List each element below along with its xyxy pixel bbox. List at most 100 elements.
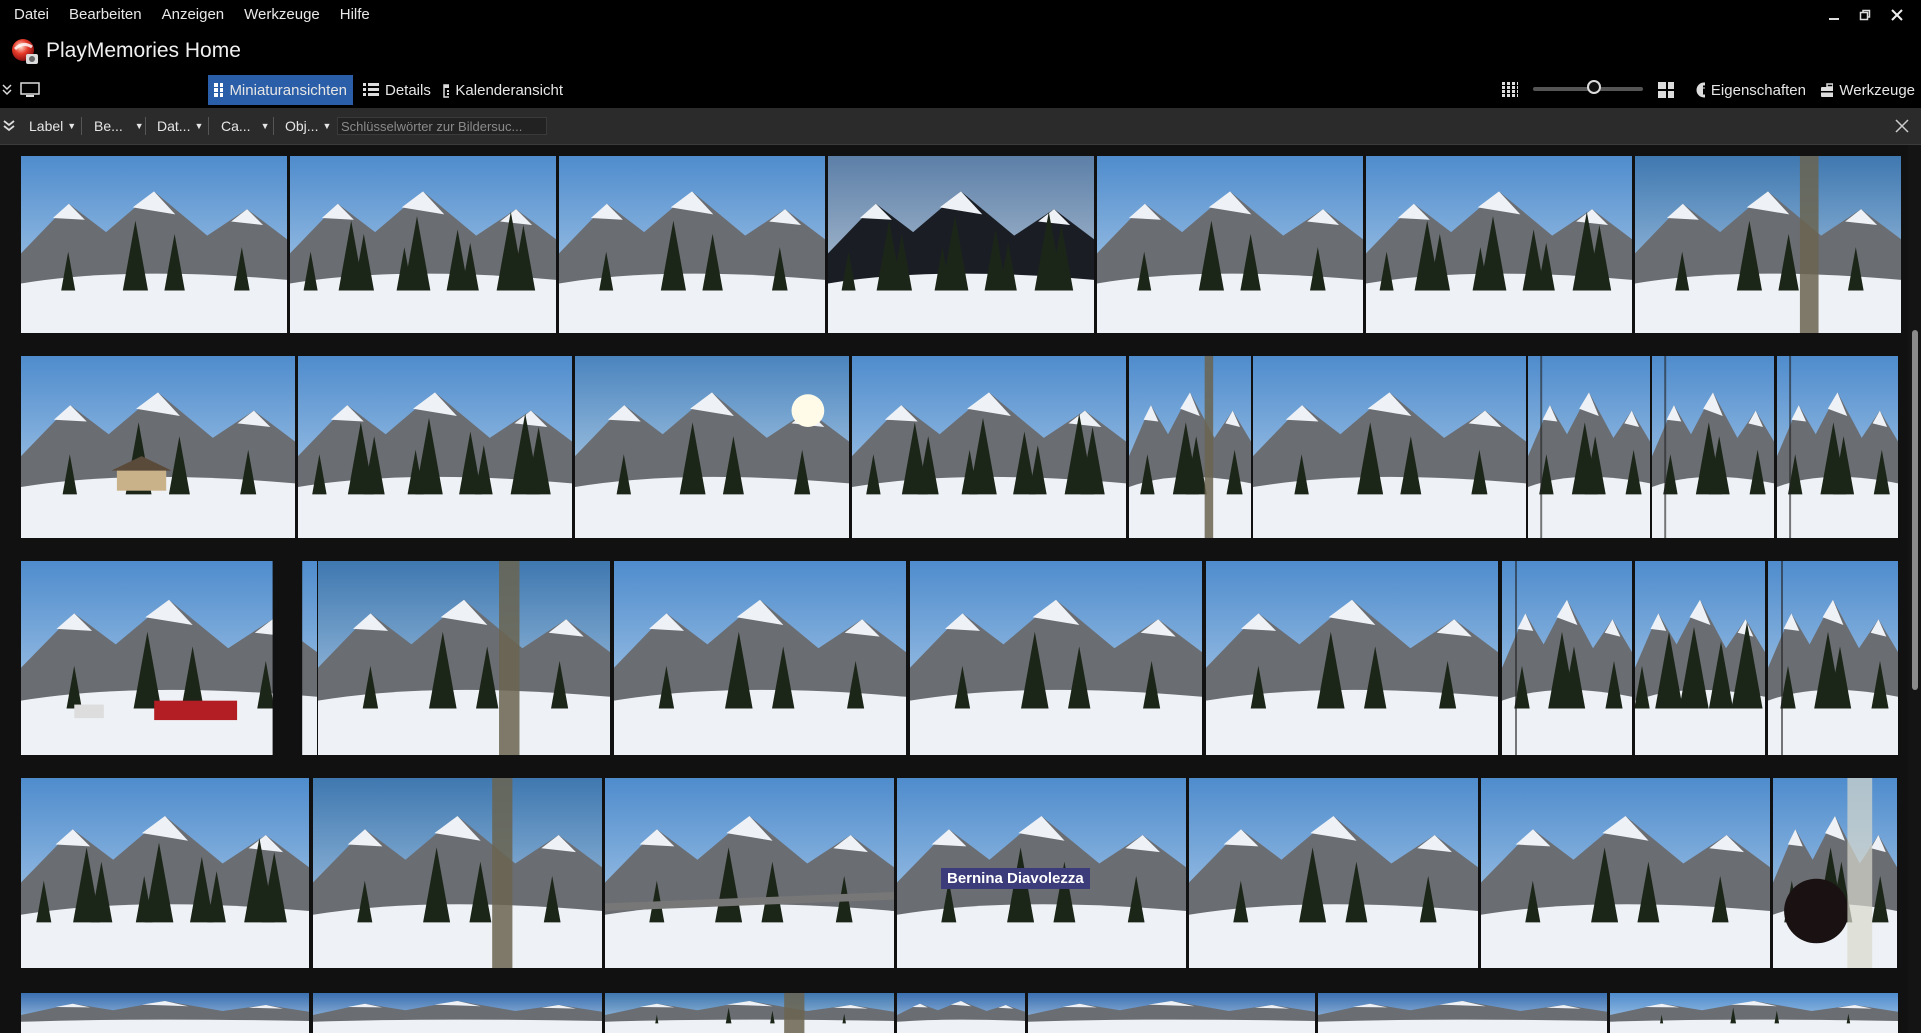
photo-thumbnail[interactable]	[1028, 993, 1315, 1033]
scrollbar-thumb[interactable]	[1912, 330, 1918, 690]
photo-thumbnail[interactable]	[318, 561, 610, 755]
photo-thumbnail[interactable]	[1502, 561, 1632, 755]
double-chevron-down-icon	[2, 84, 12, 96]
photo-thumbnail[interactable]	[605, 993, 894, 1033]
minimize-button[interactable]	[1818, 0, 1850, 30]
photo-thumbnail[interactable]	[1635, 561, 1765, 755]
list-icon	[363, 83, 379, 96]
photo-thumbnail[interactable]	[1777, 356, 1898, 538]
photo-thumbnail[interactable]	[828, 156, 1094, 333]
photo-image	[21, 356, 295, 538]
photo-thumbnail[interactable]	[21, 156, 287, 333]
large-grid-icon	[1658, 82, 1674, 98]
photo-thumbnail[interactable]	[1635, 156, 1901, 333]
tools-label: Werkzeuge	[1839, 81, 1915, 99]
restore-icon	[1859, 9, 1871, 21]
photo-thumbnail[interactable]	[1610, 993, 1898, 1033]
close-window-button[interactable]	[1881, 0, 1913, 30]
menu-datei[interactable]: Datei	[14, 0, 59, 30]
properties-button[interactable]: Eigenschaften	[1690, 75, 1812, 105]
vertical-scrollbar[interactable]	[1908, 145, 1921, 1033]
photo-thumbnail[interactable]	[897, 993, 1025, 1033]
photo-image	[21, 993, 309, 1033]
filter-collapse-button[interactable]	[3, 108, 17, 144]
menu-werkzeuge[interactable]: Werkzeuge	[244, 0, 330, 30]
photo-image	[605, 993, 894, 1033]
photo-thumbnail[interactable]	[298, 356, 572, 538]
photo-thumbnail[interactable]	[21, 993, 309, 1033]
photo-thumbnail[interactable]	[1366, 156, 1632, 333]
photo-thumbnail[interactable]	[21, 778, 309, 968]
photo-image	[290, 156, 556, 333]
photo-image	[1028, 993, 1315, 1033]
photo-thumbnail[interactable]	[1652, 356, 1774, 538]
restore-button[interactable]	[1849, 0, 1881, 30]
device-button[interactable]	[18, 75, 44, 105]
chevron-down-icon: ▼	[194, 121, 204, 131]
tools-button[interactable]: Werkzeuge	[1815, 75, 1921, 105]
photo-image	[1129, 356, 1251, 538]
photo-image	[614, 561, 906, 755]
photo-image	[1768, 561, 1898, 755]
camera-filter-dropdown[interactable]: Ca... ▼	[221, 108, 270, 144]
photo-thumbnail[interactable]	[21, 356, 295, 538]
zoom-slider[interactable]	[1533, 80, 1643, 94]
app-logo-icon	[12, 39, 38, 64]
label-filter-dropdown[interactable]: Label ▼	[29, 108, 76, 144]
chevron-down-icon: ▼	[134, 121, 144, 131]
date-filter-dropdown[interactable]: Dat... ▼	[157, 108, 203, 144]
photo-thumbnail[interactable]	[313, 993, 602, 1033]
photo-thumbnail[interactable]	[1206, 561, 1498, 755]
rating-filter-dropdown[interactable]: Be... ▼	[94, 108, 144, 144]
menu-hilfe[interactable]: Hilfe	[340, 0, 380, 30]
zoom-slider-handle[interactable]	[1586, 80, 1601, 94]
rating-filter-text: Be...	[94, 118, 123, 134]
photo-thumbnail[interactable]	[1768, 561, 1898, 755]
photo-thumbnail[interactable]: Bernina Diavolezza	[897, 778, 1186, 968]
photo-thumbnail[interactable]	[614, 561, 906, 755]
clear-filter-button[interactable]	[1895, 108, 1911, 144]
photo-image	[298, 356, 572, 538]
photo-thumbnail[interactable]	[852, 356, 1126, 538]
calendar-view-tab[interactable]: Kalenderansicht	[437, 75, 569, 105]
photo-thumbnail[interactable]	[1189, 778, 1478, 968]
photo-thumbnail[interactable]	[575, 356, 849, 538]
date-filter-text: Dat...	[157, 118, 191, 134]
photo-image	[828, 156, 1094, 333]
photo-thumbnail[interactable]	[559, 156, 825, 333]
photo-image	[1773, 778, 1897, 968]
photo-image	[1635, 156, 1901, 333]
photo-thumbnail[interactable]	[605, 778, 894, 968]
photo-thumbnail[interactable]	[21, 561, 317, 755]
object-filter-text: Obj...	[285, 118, 319, 134]
photo-thumbnail[interactable]	[1253, 356, 1526, 538]
large-thumbnails-button[interactable]	[1652, 75, 1680, 105]
menu-anzeigen[interactable]: Anzeigen	[162, 0, 235, 30]
close-icon	[1891, 9, 1903, 21]
photo-image	[313, 993, 602, 1033]
close-icon	[1895, 119, 1909, 133]
expand-panel-button[interactable]	[2, 75, 14, 105]
photo-thumbnail[interactable]	[1528, 356, 1650, 538]
small-thumbnails-button[interactable]	[1496, 75, 1524, 105]
monitor-icon	[20, 82, 40, 97]
filter-bar: Label ▼ Be... ▼ Dat... ▼ Ca... ▼ Obj... ▼	[0, 108, 1921, 145]
photo-thumbnail[interactable]	[1318, 993, 1607, 1033]
photo-thumbnail[interactable]	[290, 156, 556, 333]
photo-thumbnail[interactable]	[1097, 156, 1363, 333]
station-sign: Bernina Diavolezza	[941, 868, 1090, 889]
menu-bearbeiten[interactable]: Bearbeiten	[69, 0, 152, 30]
object-filter-dropdown[interactable]: Obj... ▼	[285, 108, 331, 144]
thumbnails-view-tab[interactable]: Miniaturansichten	[208, 75, 353, 105]
photo-thumbnail[interactable]	[1129, 356, 1251, 538]
photo-thumbnail[interactable]	[910, 561, 1202, 755]
details-view-tab[interactable]: Details	[357, 75, 439, 105]
photo-thumbnail[interactable]	[1481, 778, 1770, 968]
photo-thumbnail[interactable]	[1773, 778, 1897, 968]
photo-image	[1206, 561, 1498, 755]
calendar-view-label: Kalenderansicht	[455, 81, 563, 99]
keyword-search-input[interactable]	[337, 117, 547, 135]
photo-thumbnail[interactable]	[313, 778, 602, 968]
info-icon	[1696, 82, 1705, 98]
thumbnails-view-label: Miniaturansichten	[229, 81, 347, 99]
